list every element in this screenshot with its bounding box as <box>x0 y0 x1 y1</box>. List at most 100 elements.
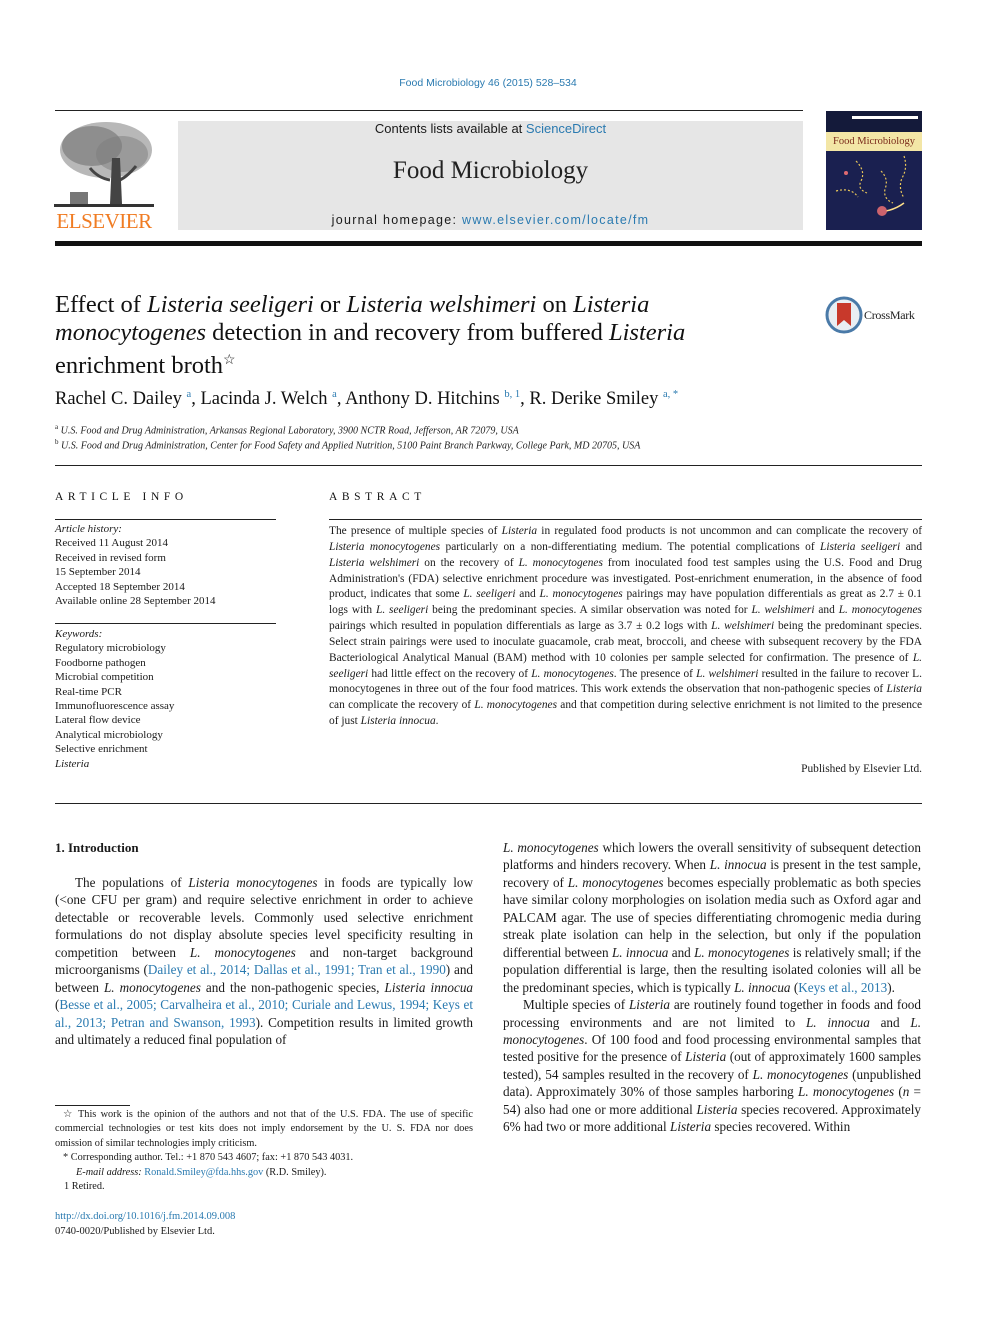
italic-term: Listeria <box>696 1101 738 1117</box>
footnote-divider <box>55 1105 130 1106</box>
author-affiliation-ref[interactable]: a <box>332 389 337 400</box>
article-info-divider <box>55 519 276 520</box>
section-heading-introduction: 1. Introduction <box>55 840 139 855</box>
italic-term: L. seeligeri <box>375 604 429 617</box>
keyword[interactable]: Immunofluorescence assay <box>55 699 285 713</box>
italic-term: L. welshimeri <box>711 620 775 633</box>
keyword[interactable]: Microbial competition <box>55 670 285 684</box>
author-affiliation-ref[interactable]: a <box>187 389 192 400</box>
italic-term: L. innocua <box>805 1014 870 1030</box>
title-footnote-marker[interactable]: ☆ <box>223 353 236 368</box>
affiliation-text: U.S. Food and Drug Administration, Cente… <box>61 440 641 452</box>
elsevier-tree-icon <box>54 122 154 207</box>
italic-term: L. monocytogenes <box>539 588 623 601</box>
affiliation-text: U.S. Food and Drug Administration, Arkan… <box>60 425 519 437</box>
italic-term: L. monocytogenes <box>518 556 603 569</box>
author-affiliation-ref[interactable]: b, 1 <box>504 389 520 400</box>
author-name: Anthony D. Hitchins <box>345 389 500 410</box>
contents-prefix: Contents lists available at <box>374 121 526 136</box>
footnote-corresponding-author: * Corresponding author. Tel.: +1 870 543… <box>63 1152 354 1164</box>
italic-term: L. monocytogenes <box>798 1084 895 1100</box>
author[interactable]: Lacinda J. Welch a <box>200 389 336 409</box>
keyword[interactable]: Analytical microbiology <box>55 728 285 742</box>
keyword[interactable]: Foodborne pathogen <box>55 656 285 670</box>
history-entry: 15 September 2014 <box>55 566 141 579</box>
crossmark-label: CrossMark <box>864 308 915 322</box>
affiliation-key: b <box>55 438 59 446</box>
cover-micrograph <box>826 151 922 230</box>
author[interactable]: Anthony D. Hitchins b, 1 <box>345 389 520 409</box>
italic-term: Listeria <box>685 1049 727 1065</box>
italic-term: L. monocytogenes <box>103 979 201 995</box>
paragraph: The populations of Listeria monocytogene… <box>55 875 474 1048</box>
title-divider <box>55 465 922 466</box>
issn-line: 0740-0020/Published by Elsevier Ltd. <box>55 1226 215 1237</box>
affiliation-key: a <box>55 423 59 431</box>
author[interactable]: Rachel C. Dailey a <box>55 389 191 409</box>
italic-term: L. monocytogenes <box>531 667 614 680</box>
article-info-heading: ARTICLE INFO <box>55 491 188 503</box>
italic-term: Listeria seeligeri <box>147 291 314 318</box>
paragraph: L. monocytogenes which lowers the overal… <box>503 840 921 995</box>
history-label: Article history: <box>55 523 122 535</box>
keywords-divider <box>55 623 276 624</box>
affiliation: b U.S. Food and Drug Administration, Cen… <box>55 438 640 451</box>
keyword[interactable]: Regulatory microbiology <box>55 641 285 655</box>
history-entry: Received in revised form <box>55 551 166 564</box>
journal-homepage-link[interactable]: www.elsevier.com/locate/fm <box>462 213 649 227</box>
homepage-prefix: journal homepage: <box>331 213 463 227</box>
italic-term: L. monocytogenes <box>694 944 790 960</box>
keyword[interactable]: Real-time PCR <box>55 685 285 699</box>
reference-link[interactable]: Besse et al., 2005; Carvalheira et al., … <box>55 997 473 1029</box>
sciencedirect-link[interactable]: ScienceDirect <box>526 121 606 136</box>
journal-cover-image[interactable]: Food Microbiology <box>826 111 922 230</box>
body-column-right: L. monocytogenes which lowers the overal… <box>503 839 921 1136</box>
crossmark-badge[interactable]: CrossMark <box>825 296 940 336</box>
italic-term: Listeria innocua <box>360 715 436 728</box>
crossmark-icon <box>825 296 863 334</box>
italic-term: L. monocytogenes <box>503 840 599 855</box>
elsevier-logo[interactable]: ELSEVIER <box>52 118 156 234</box>
italic-term: Listeria <box>670 1119 712 1135</box>
italic-term: Listeria <box>628 997 670 1013</box>
keywords-section: Keywords: Regulatory microbiology Foodbor… <box>55 627 285 771</box>
italic-term: Listeria innocua <box>384 979 474 995</box>
italic-term: L. innocua <box>709 857 767 873</box>
author-list: Rachel C. Dailey a, Lacinda J. Welch a, … <box>55 389 679 410</box>
italic-term: Listeria monocytogenes <box>188 875 318 890</box>
italic-term: L. innocua <box>611 944 669 960</box>
abstract-text: The presence of multiple species of List… <box>329 525 923 728</box>
paragraph: Multiple species of Listeria are routine… <box>503 997 921 1135</box>
journal-citation-link[interactable]: Food Microbiology 46 (2015) 528–534 <box>0 77 976 89</box>
italic-term: L. seeligeri <box>463 588 516 601</box>
italic-term: Listeria welshimeri <box>329 556 420 569</box>
italic-term: monocytogenes <box>55 319 207 346</box>
italic-term: L. innocua <box>734 979 791 995</box>
reference-link[interactable]: Ronald.Smiley@fda.hhs.gov <box>144 1167 263 1178</box>
header-divider <box>55 110 803 111</box>
keyword[interactable]: Lateral flow device <box>55 713 285 727</box>
italic-term: L. welshimeri <box>751 604 815 617</box>
header-thick-divider <box>55 241 922 246</box>
author[interactable]: R. Derike Smiley a, * <box>529 389 678 409</box>
article-title: Effect of Listeria seeligeri or Listeria… <box>55 291 795 380</box>
italic-term: L. seeligeri <box>329 651 922 680</box>
reference-link[interactable]: Keys et al., 2013 <box>798 980 887 995</box>
author-name: Rachel C. Dailey <box>55 389 182 410</box>
article-title-text: Effect of Listeria seeligeri or Listeria… <box>55 291 686 380</box>
italic-term: L. monocytogenes <box>474 699 558 712</box>
doi-link[interactable]: http://dx.doi.org/10.1016/j.fm.2014.09.0… <box>55 1211 235 1222</box>
reference-link[interactable]: Dailey et al., 2014; Dallas et al., 1991… <box>148 962 446 977</box>
keyword[interactable]: Listeria <box>55 757 285 771</box>
italic-term: Listeria welshimeri <box>346 291 537 318</box>
keyword[interactable]: Selective enrichment <box>55 742 285 756</box>
abstract-divider <box>329 519 922 520</box>
journal-title: Food Microbiology <box>392 157 589 184</box>
author-affiliation-ref[interactable]: a, * <box>663 389 678 400</box>
italic-term: Listeria <box>573 291 650 318</box>
footnote-disclaimer: ☆ This work is the opinion of the author… <box>55 1109 473 1149</box>
affiliation: a U.S. Food and Drug Administration, Ark… <box>55 423 519 436</box>
italic-term: Listeria <box>609 319 686 346</box>
author-name: Lacinda J. Welch <box>200 389 328 410</box>
italic-term: E-mail address: <box>76 1166 142 1178</box>
